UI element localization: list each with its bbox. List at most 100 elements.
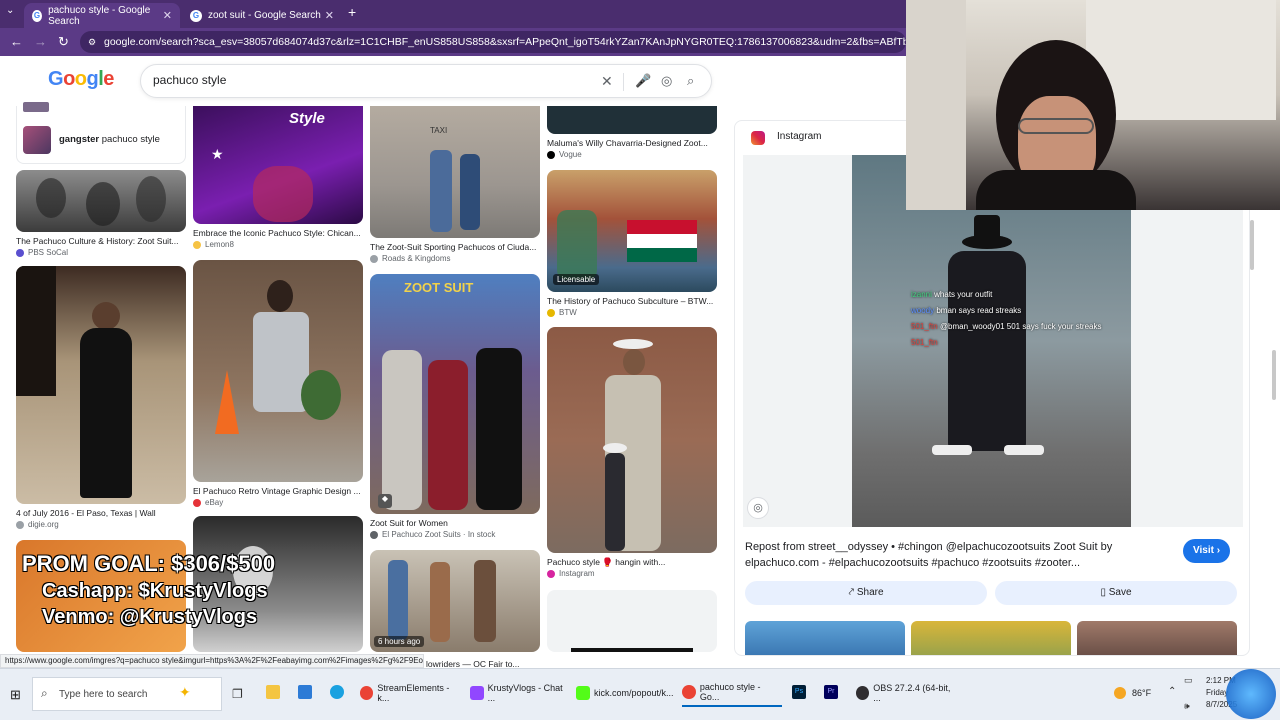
result-source: digie.org bbox=[16, 520, 59, 529]
close-tab-icon[interactable]: ✕ bbox=[163, 9, 172, 22]
new-tab-button[interactable]: + bbox=[348, 4, 356, 20]
premiere-icon[interactable]: Pr bbox=[824, 685, 838, 699]
result-caption[interactable]: The Zoot-Suit Sporting Pachucos of Ciuda… bbox=[370, 242, 542, 252]
page-scrollbar[interactable] bbox=[1272, 350, 1276, 400]
tab-list-button[interactable]: ⌄ bbox=[6, 5, 14, 16]
back-icon[interactable]: ← bbox=[10, 34, 23, 49]
twitch-icon bbox=[470, 686, 484, 700]
store-icon[interactable] bbox=[298, 685, 312, 699]
taskbar-app-kick[interactable]: kick.com/popout/k... bbox=[576, 679, 676, 707]
result-caption[interactable]: The Pachuco Culture & History: Zoot Suit… bbox=[16, 236, 188, 246]
microphone-icon[interactable]: 🎤 bbox=[635, 73, 651, 89]
image-result[interactable] bbox=[16, 170, 186, 232]
search-box[interactable]: ✕ 🎤 ◎ ⌕ bbox=[140, 64, 712, 98]
obs-icon bbox=[856, 686, 870, 700]
save-button[interactable]: ▯ Save bbox=[995, 581, 1237, 605]
taskbar-search-placeholder: Type here to search bbox=[59, 689, 148, 700]
address-bar[interactable]: ⚙ google.com/search?sca_esv=38057d684074… bbox=[80, 31, 906, 53]
shopping-tag-icon: ◆ bbox=[378, 494, 392, 508]
chevron-up-icon[interactable]: ⌃ bbox=[1168, 686, 1176, 697]
cashapp-text: Cashapp: $KrustyVlogs bbox=[42, 580, 268, 602]
preview-description[interactable]: Repost from street__odyssey • #chingon @… bbox=[745, 539, 1145, 571]
url-text: google.com/search?sca_esv=38057d684074d3… bbox=[104, 36, 906, 48]
image-result[interactable] bbox=[547, 327, 717, 553]
visit-button[interactable]: Visit › bbox=[1183, 539, 1231, 563]
source-favicon-icon bbox=[370, 530, 378, 539]
site-info-icon[interactable]: ⚙ bbox=[88, 31, 96, 53]
reload-icon[interactable]: ↻ bbox=[58, 34, 69, 50]
image-result[interactable] bbox=[16, 266, 186, 504]
related-thumb bbox=[23, 102, 49, 112]
search-input[interactable] bbox=[153, 73, 573, 87]
image-result[interactable] bbox=[547, 590, 717, 652]
source-favicon-icon bbox=[16, 248, 24, 257]
source-favicon-icon bbox=[370, 254, 378, 263]
taskbar-app-obs[interactable]: OBS 27.2.4 (64-bit, ... bbox=[856, 679, 956, 707]
taskbar-app-streamelements[interactable]: StreamElements - k... bbox=[360, 679, 460, 707]
clear-icon[interactable]: ✕ bbox=[601, 73, 613, 90]
taskbar-app-krustyvlogs-chat[interactable]: KrustyVlogs - Chat ... bbox=[470, 679, 570, 707]
edge-icon[interactable] bbox=[330, 685, 344, 699]
google-favicon-icon: G bbox=[190, 9, 202, 22]
result-source: BTW bbox=[547, 308, 577, 317]
related-image[interactable] bbox=[911, 621, 1071, 655]
volume-icon[interactable]: 🕪 bbox=[1184, 701, 1190, 712]
tab-pachuco-style[interactable]: G pachuco style - Google Search ✕ bbox=[24, 3, 180, 28]
related-image[interactable] bbox=[1077, 621, 1237, 655]
image-result[interactable] bbox=[193, 260, 363, 482]
google-favicon-icon: G bbox=[32, 9, 43, 22]
forward-icon[interactable]: → bbox=[34, 34, 47, 49]
chat-line: 501_ftn @bman_woody01 501 says fuck your… bbox=[911, 322, 1102, 331]
windows-start-icon[interactable]: ⊞ bbox=[10, 687, 21, 703]
webcam-feed bbox=[906, 0, 1280, 210]
google-logo[interactable]: Google bbox=[48, 68, 114, 91]
result-source: Instagram bbox=[547, 569, 595, 578]
weather-temp[interactable]: 86°F bbox=[1132, 688, 1151, 698]
star-icon: ★ bbox=[211, 146, 224, 162]
image-result[interactable]: 6 hours ago bbox=[370, 550, 540, 652]
taskbar-app-label: KrustyVlogs - Chat ... bbox=[487, 683, 563, 703]
result-caption[interactable]: 4 of July 2016 - El Paso, Texas | Wall bbox=[16, 508, 188, 518]
result-caption[interactable]: The History of Pachuco Subculture – BTW.… bbox=[547, 296, 719, 306]
image-text: Style bbox=[289, 110, 325, 127]
image-result[interactable]: Style ★ bbox=[193, 106, 363, 224]
close-tab-icon[interactable]: ✕ bbox=[325, 9, 334, 22]
related-search-card[interactable]: gangster pachuco style bbox=[16, 102, 186, 164]
lens-icon[interactable]: ◎ bbox=[747, 497, 769, 519]
krusty-vlogs-logo bbox=[1226, 669, 1276, 719]
search-icon[interactable]: ⌕ bbox=[687, 73, 694, 89]
panel-scrollbar[interactable] bbox=[1250, 220, 1254, 270]
tab-zoot-suit[interactable]: G zoot suit - Google Search ✕ bbox=[182, 3, 342, 28]
instagram-icon bbox=[547, 569, 555, 578]
related-image[interactable] bbox=[745, 621, 905, 655]
tab-label: zoot suit - Google Search bbox=[208, 10, 321, 21]
result-caption[interactable]: Zoot Suit for Women bbox=[370, 518, 542, 528]
weather-sun-icon[interactable] bbox=[1114, 687, 1126, 699]
result-caption[interactable]: Pachuco style 🥊 hangin with... bbox=[547, 557, 719, 568]
preview-source[interactable]: Instagram bbox=[777, 131, 821, 142]
chrome-icon bbox=[682, 685, 696, 699]
result-caption[interactable]: Embrace the Iconic Pachuco Style: Chican… bbox=[193, 228, 365, 238]
result-caption[interactable]: Maluma's Willy Chavarria-Designed Zoot..… bbox=[547, 138, 719, 148]
file-explorer-icon[interactable] bbox=[266, 685, 280, 699]
chat-line: woody bman says read streaks bbox=[911, 306, 1022, 315]
share-icon: ⤤ bbox=[848, 587, 855, 598]
image-result[interactable]: ZOOT SUIT ◆ bbox=[370, 274, 540, 514]
taskbar-search[interactable]: ⌕ Type here to search ✦ bbox=[32, 677, 222, 711]
share-button[interactable]: ⤤ Share bbox=[745, 581, 987, 605]
lens-icon[interactable]: ◎ bbox=[661, 73, 672, 89]
result-source: eBay bbox=[193, 498, 223, 507]
network-icon[interactable]: ▭ bbox=[1184, 675, 1193, 686]
photoshop-icon[interactable]: Ps bbox=[792, 685, 806, 699]
google-header: Google ✕ 🎤 ◎ ⌕ bbox=[0, 56, 906, 106]
taskbar: ⊞ ⌕ Type here to search ✦ ❐ StreamElemen… bbox=[0, 668, 1280, 720]
taskbar-app-label: OBS 27.2.4 (64-bit, ... bbox=[873, 683, 951, 703]
task-view-icon[interactable]: ❐ bbox=[232, 687, 243, 701]
sign-text: TAXI bbox=[430, 126, 448, 135]
taskbar-app-chrome-pachuco[interactable]: pachuco style - Go... bbox=[682, 679, 782, 707]
image-result[interactable]: Licensable bbox=[547, 170, 717, 292]
result-source: El Pachuco Zoot Suits · In stock bbox=[370, 530, 495, 539]
result-caption[interactable]: El Pachuco Retro Vintage Graphic Design … bbox=[193, 486, 365, 496]
image-result[interactable]: TAXI bbox=[370, 106, 540, 238]
image-result[interactable] bbox=[547, 106, 717, 134]
